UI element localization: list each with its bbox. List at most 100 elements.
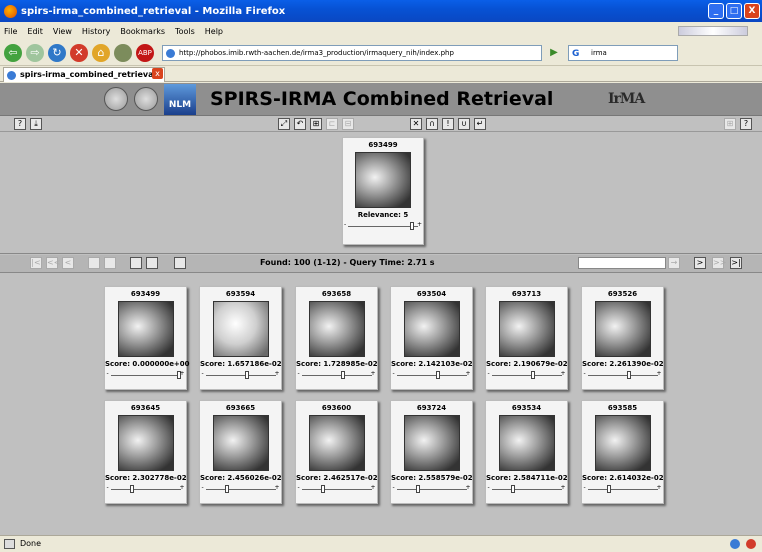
jump-go-icon[interactable]: → xyxy=(668,257,680,269)
menu-edit[interactable]: Edit xyxy=(27,27,43,36)
tab-close-button[interactable]: x xyxy=(152,68,163,79)
result-card[interactable]: 693658 Score: 1.728985e-02 - + xyxy=(295,286,378,390)
xray-thumbnail[interactable] xyxy=(594,415,651,471)
grid-view-icon[interactable] xyxy=(130,257,142,269)
next-page-icon[interactable]: > xyxy=(694,257,706,269)
xray-thumbnail[interactable] xyxy=(308,415,365,471)
navigation-toolbar: ⇦ ⇨ ↻ ✕ ⌂ ABP http://phobos.imib.rwth-aa… xyxy=(0,40,762,66)
tab-spirs-irma[interactable]: spirs-irma_combined_retrieval xyxy=(3,67,165,82)
slider-knob[interactable] xyxy=(607,485,612,493)
last-page-icon[interactable]: >| xyxy=(730,257,742,269)
expand-icon[interactable]: ⤢ xyxy=(278,118,290,130)
maximize-button[interactable]: □ xyxy=(726,3,742,19)
relevance-slider[interactable]: - + xyxy=(202,484,280,493)
relevance-slider[interactable]: - + xyxy=(344,221,422,230)
relevance-slider[interactable]: - + xyxy=(107,484,185,493)
search-input[interactable]: irma xyxy=(568,44,678,61)
slider-knob[interactable] xyxy=(341,371,346,379)
result-card[interactable]: 693600 Score: 2.462517e-02 - + xyxy=(295,400,378,504)
undo-icon[interactable]: ↶ xyxy=(294,118,306,130)
slider-knob[interactable] xyxy=(416,485,421,493)
relevance-slider[interactable]: - + xyxy=(584,370,662,379)
xray-thumbnail[interactable] xyxy=(403,301,460,357)
xray-thumbnail[interactable] xyxy=(212,301,269,357)
help-icon[interactable]: ? xyxy=(14,118,26,130)
xray-thumbnail[interactable] xyxy=(117,415,174,471)
jump-input[interactable] xyxy=(578,257,666,269)
slider-knob[interactable] xyxy=(436,371,441,379)
query-image-card[interactable]: 693499 Relevance: 5 - + xyxy=(342,137,424,245)
slider-knob[interactable] xyxy=(245,371,250,379)
xray-thumbnail[interactable] xyxy=(594,301,651,357)
menu-file[interactable]: File xyxy=(4,27,17,36)
status-adblock-icon[interactable] xyxy=(746,539,756,549)
xray-thumbnail[interactable] xyxy=(498,301,555,357)
relevance-slider[interactable]: - + xyxy=(107,370,185,379)
relevance-slider[interactable]: - + xyxy=(298,370,376,379)
window-title: spirs-irma_combined_retrieval - Mozilla … xyxy=(21,5,286,17)
xray-thumbnail[interactable] xyxy=(117,301,174,357)
result-image-id: 693724 xyxy=(416,404,447,412)
relevance-slider[interactable]: - + xyxy=(584,484,662,493)
slider-knob[interactable] xyxy=(410,222,414,230)
minimize-button[interactable]: _ xyxy=(708,3,724,19)
relevance-slider[interactable]: - + xyxy=(488,484,566,493)
menu-history[interactable]: History xyxy=(82,27,110,36)
xray-thumbnail[interactable] xyxy=(355,152,411,208)
slider-knob[interactable] xyxy=(627,371,632,379)
relevance-slider[interactable]: - + xyxy=(488,370,566,379)
result-image-id: 693585 xyxy=(607,404,638,412)
relevance-slider[interactable]: - + xyxy=(393,484,471,493)
relevance-slider[interactable]: - + xyxy=(202,370,280,379)
relevance-slider[interactable]: - + xyxy=(393,370,471,379)
grid-icon[interactable]: ⊞ xyxy=(310,118,322,130)
xray-thumbnail[interactable] xyxy=(498,415,555,471)
menu-view[interactable]: View xyxy=(53,27,72,36)
result-card[interactable]: 693499 Score: 0.000000e+00 - + xyxy=(104,286,190,390)
status-globe-icon[interactable] xyxy=(730,539,740,549)
menu-help[interactable]: Help xyxy=(205,27,223,36)
xray-thumbnail[interactable] xyxy=(308,301,365,357)
slider-knob[interactable] xyxy=(225,485,230,493)
list-view-icon[interactable] xyxy=(146,257,158,269)
union-icon[interactable]: ∪ xyxy=(458,118,470,130)
xray-thumbnail[interactable] xyxy=(212,415,269,471)
results-navigation: |< << < Found: 100 (1-12) - Query Time: … xyxy=(0,255,762,273)
result-card[interactable]: 693585 Score: 2.614032e-02 - + xyxy=(581,400,664,504)
forward-button[interactable]: ⇨ xyxy=(26,43,44,62)
xray-thumbnail[interactable] xyxy=(403,415,460,471)
menu-tools[interactable]: Tools xyxy=(175,27,195,36)
slider-knob[interactable] xyxy=(531,371,536,379)
result-card[interactable]: 693504 Score: 2.142103e-02 - + xyxy=(390,286,473,390)
go-button[interactable]: ▶ xyxy=(546,45,562,61)
slider-knob[interactable] xyxy=(321,485,326,493)
stop-button[interactable]: ✕ xyxy=(70,43,88,62)
relevance-slider[interactable]: - + xyxy=(298,484,376,493)
back-button[interactable]: ⇦ xyxy=(4,43,22,62)
reload-button[interactable]: ↻ xyxy=(48,43,66,62)
slider-knob[interactable] xyxy=(130,485,135,493)
close-window-button[interactable]: X xyxy=(744,3,760,19)
result-card[interactable]: 693534 Score: 2.584711e-02 - + xyxy=(485,400,568,504)
exclamation-icon[interactable]: ! xyxy=(442,118,454,130)
result-card[interactable]: 693713 Score: 2.190679e-02 - + xyxy=(485,286,568,390)
next-block-icon[interactable]: >> xyxy=(712,257,726,269)
adblock-button[interactable]: ABP xyxy=(136,43,154,62)
result-card[interactable]: 693665 Score: 2.456026e-02 - + xyxy=(199,400,282,504)
intersection-icon[interactable]: ∩ xyxy=(426,118,438,130)
download-icon[interactable]: ⤓ xyxy=(30,118,42,130)
score-label: Score: 1.728985e-02 xyxy=(296,360,378,368)
result-card[interactable]: 693645 Score: 2.302778e-02 - + xyxy=(104,400,187,504)
menu-bookmarks[interactable]: Bookmarks xyxy=(120,27,165,36)
url-input[interactable]: http://phobos.imib.rwth-aachen.de/irma3_… xyxy=(162,44,542,61)
help-icon-right[interactable]: ? xyxy=(740,118,752,130)
slider-knob[interactable] xyxy=(511,485,516,493)
result-card[interactable]: 693724 Score: 2.558579e-02 - + xyxy=(390,400,473,504)
enter-icon[interactable]: ↵ xyxy=(474,118,486,130)
home-button[interactable]: ⌂ xyxy=(92,43,110,62)
bookmark-icon[interactable] xyxy=(114,43,132,62)
result-card[interactable]: 693594 Score: 1.657186e-02 - + xyxy=(199,286,282,390)
image-view-icon[interactable] xyxy=(174,257,186,269)
result-card[interactable]: 693526 Score: 2.261390e-02 - + xyxy=(581,286,664,390)
remove-icon[interactable]: ✕ xyxy=(410,118,422,130)
